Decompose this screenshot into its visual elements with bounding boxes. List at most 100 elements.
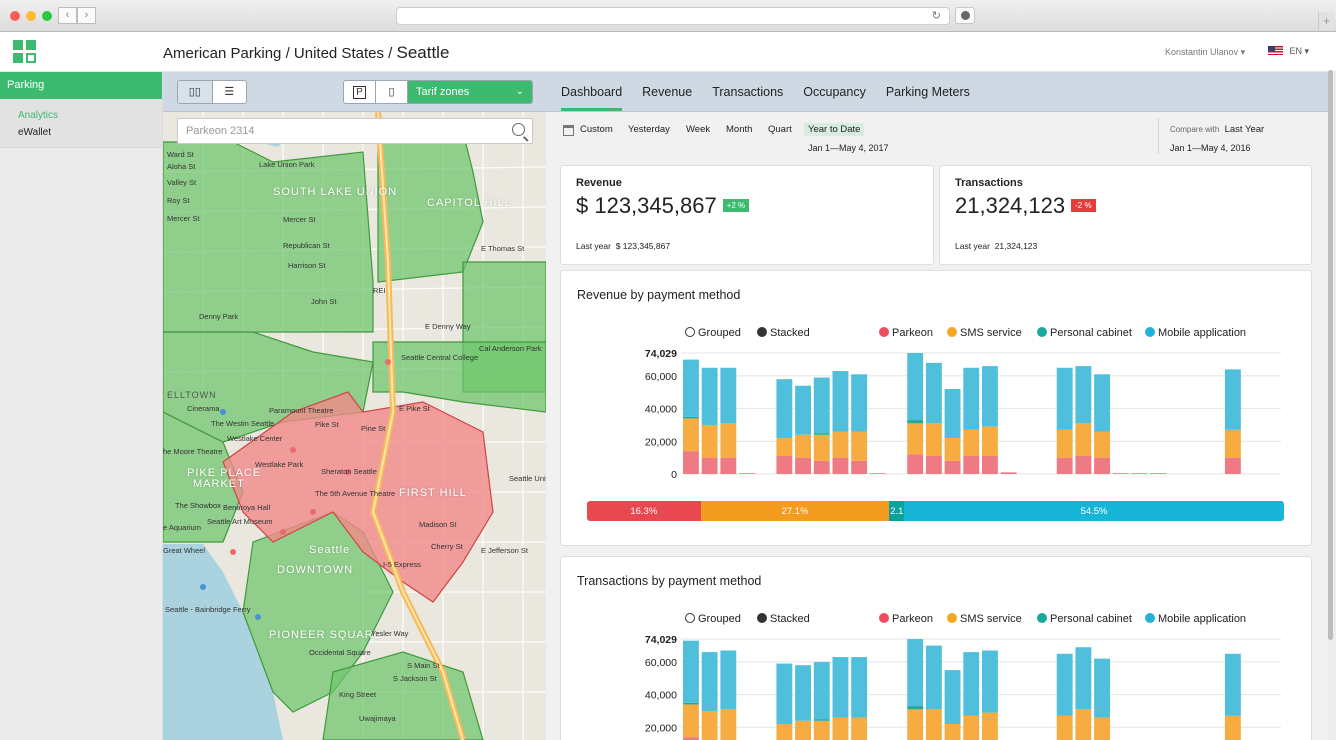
compare-selector[interactable]: Compare with Last Year xyxy=(1170,124,1264,135)
bar-segment-sms-service[interactable] xyxy=(813,720,830,740)
bar-segment-sms-service[interactable] xyxy=(683,418,699,452)
reload-icon[interactable]: ↻ xyxy=(932,9,941,22)
bar-segment-parkeon[interactable] xyxy=(1112,473,1129,474)
bar-segment-mobile-application[interactable] xyxy=(795,665,812,721)
tab-transactions[interactable]: Transactions xyxy=(712,72,783,111)
bar-segment-mobile-application[interactable] xyxy=(925,645,942,710)
bar-segment-mobile-application[interactable] xyxy=(1056,367,1073,430)
download-button[interactable] xyxy=(955,7,975,24)
bar-segment-personal-cabinet[interactable] xyxy=(813,719,830,721)
bar-segment-mobile-application[interactable] xyxy=(1094,658,1111,718)
bar-segment-mobile-application[interactable] xyxy=(720,650,737,710)
breadcrumb-company[interactable]: American Parking xyxy=(163,45,281,62)
legend-personal-cabinet[interactable]: Personal cabinet xyxy=(1037,327,1132,339)
bar-segment-parkeon[interactable] xyxy=(813,460,830,474)
bar-segment-sms-service[interactable] xyxy=(944,438,961,461)
legend-personal-cabinet[interactable]: Personal cabinet xyxy=(1037,613,1132,625)
bar-segment-sms-service[interactable] xyxy=(832,717,849,740)
legend-sms[interactable]: SMS service xyxy=(947,327,1022,339)
tab-revenue[interactable]: Revenue xyxy=(642,72,692,111)
stacked-bar-chart[interactable]: 74,029 60,000 40,000 20,000 0 xyxy=(561,341,1313,481)
close-window-button[interactable] xyxy=(10,11,20,21)
bar-segment-parkeon[interactable] xyxy=(683,451,699,474)
bar-segment-parkeon[interactable] xyxy=(982,456,998,474)
stacked-bar-chart[interactable]: 74,029 60,000 40,000 20,000 xyxy=(561,627,1313,740)
bar-segment-personal-cabinet[interactable] xyxy=(813,433,830,435)
bar-segment-sms-service[interactable] xyxy=(1056,429,1073,458)
bar-segment-sms-service[interactable] xyxy=(851,431,868,461)
bar-segment-parkeon[interactable] xyxy=(739,473,755,474)
address-bar[interactable]: ↻ xyxy=(396,7,950,25)
bar-segment-sms-service[interactable] xyxy=(701,424,718,458)
bar-segment-parkeon[interactable] xyxy=(925,456,942,474)
bar-segment-parkeon[interactable] xyxy=(1150,473,1167,474)
bar-segment-sms-service[interactable] xyxy=(1224,715,1241,740)
bar-segment-parkeon[interactable] xyxy=(907,454,924,474)
search-icon[interactable] xyxy=(512,123,525,136)
bar-segment-sms-service[interactable] xyxy=(851,717,868,740)
bar-segment-sms-service[interactable] xyxy=(683,704,699,738)
bar-segment-sms-service[interactable] xyxy=(720,423,737,458)
bar-segment-mobile-application[interactable] xyxy=(1224,653,1241,716)
bar-segment-mobile-application[interactable] xyxy=(1224,369,1241,430)
period-custom[interactable]: Custom xyxy=(580,124,613,135)
bar-segment-sms-service[interactable] xyxy=(907,423,924,455)
sidebar-section-parking[interactable]: Parking xyxy=(0,72,162,99)
bar-segment-mobile-application[interactable] xyxy=(720,367,737,424)
bar-segment-mobile-application[interactable] xyxy=(1094,374,1111,432)
bar-segment-parkeon[interactable] xyxy=(1075,456,1092,474)
sidebar-item-ewallet[interactable]: eWallet xyxy=(0,124,162,141)
bar-segment-mobile-application[interactable] xyxy=(982,366,998,427)
bar-segment-mobile-application[interactable] xyxy=(701,652,718,711)
zoom-window-button[interactable] xyxy=(42,11,52,21)
bar-segment-sms-service[interactable] xyxy=(1094,717,1111,740)
minimize-window-button[interactable] xyxy=(26,11,36,21)
bar-segment-mobile-application[interactable] xyxy=(925,362,942,424)
back-button[interactable]: ‹ xyxy=(58,7,77,24)
bar-segment-parkeon[interactable] xyxy=(944,460,961,474)
user-menu[interactable]: Konstantin Ulanov ▾ xyxy=(1165,47,1245,58)
tarif-zones-select[interactable]: Tarif zones ⌄ xyxy=(408,81,532,103)
tab-parking-meters[interactable]: Parking Meters xyxy=(886,72,970,111)
bar-segment-parkeon[interactable] xyxy=(1094,457,1111,474)
bar-segment-personal-cabinet[interactable] xyxy=(683,416,699,419)
bar-segment-parkeon[interactable] xyxy=(832,457,849,474)
meter-layer-button[interactable]: ▯ xyxy=(376,81,408,103)
bar-segment-mobile-application[interactable] xyxy=(944,670,961,725)
bar-segment-parkeon[interactable] xyxy=(851,460,868,474)
legend-parkeon[interactable]: Parkeon xyxy=(879,613,933,625)
bar-segment-parkeon[interactable] xyxy=(963,456,980,474)
bar-segment-sms-service[interactable] xyxy=(720,709,737,740)
period-year-to-date[interactable]: Year to Date xyxy=(804,123,865,136)
bar-segment-mobile-application[interactable] xyxy=(1075,366,1092,424)
bar-segment-sms-service[interactable] xyxy=(795,720,812,740)
sidebar-item-analytics[interactable]: Analytics xyxy=(0,107,162,124)
bar-segment-sms-service[interactable] xyxy=(925,709,942,740)
bar-segment-sms-service[interactable] xyxy=(701,710,718,740)
bar-segment-sms-service[interactable] xyxy=(795,434,812,458)
list-view-icon[interactable]: ☰ xyxy=(213,81,247,103)
period-yesterday[interactable]: Yesterday xyxy=(628,124,670,135)
bar-segment-mobile-application[interactable] xyxy=(982,650,998,713)
bar-segment-mobile-application[interactable] xyxy=(683,359,699,417)
bar-segment-sms-service[interactable] xyxy=(1224,429,1241,458)
bar-segment-mobile-application[interactable] xyxy=(944,389,961,439)
legend-mobile-app[interactable]: Mobile application xyxy=(1145,327,1246,339)
period-quart[interactable]: Quart xyxy=(768,124,792,135)
parking-layer-button[interactable]: P xyxy=(344,81,376,103)
bar-segment-sms-service[interactable] xyxy=(982,712,998,740)
bar-segment-sms-service[interactable] xyxy=(907,709,924,740)
bar-segment-mobile-application[interactable] xyxy=(776,379,793,439)
map-view-icon[interactable]: ▯▯ xyxy=(178,81,213,103)
legend-sms[interactable]: SMS service xyxy=(947,613,1022,625)
bar-segment-sms-service[interactable] xyxy=(944,724,961,740)
bar-segment-parkeon[interactable] xyxy=(720,457,737,474)
breadcrumb-country[interactable]: United States xyxy=(294,45,384,62)
bar-segment-mobile-application[interactable] xyxy=(851,657,868,718)
bar-segment-mobile-application[interactable] xyxy=(907,639,924,707)
bar-segment-mobile-application[interactable] xyxy=(701,367,718,425)
bar-segment-mobile-application[interactable] xyxy=(776,663,793,725)
bar-segment-sms-service[interactable] xyxy=(1094,431,1111,458)
calendar-icon[interactable] xyxy=(563,125,574,136)
bar-segment-mobile-application[interactable] xyxy=(1056,653,1073,716)
